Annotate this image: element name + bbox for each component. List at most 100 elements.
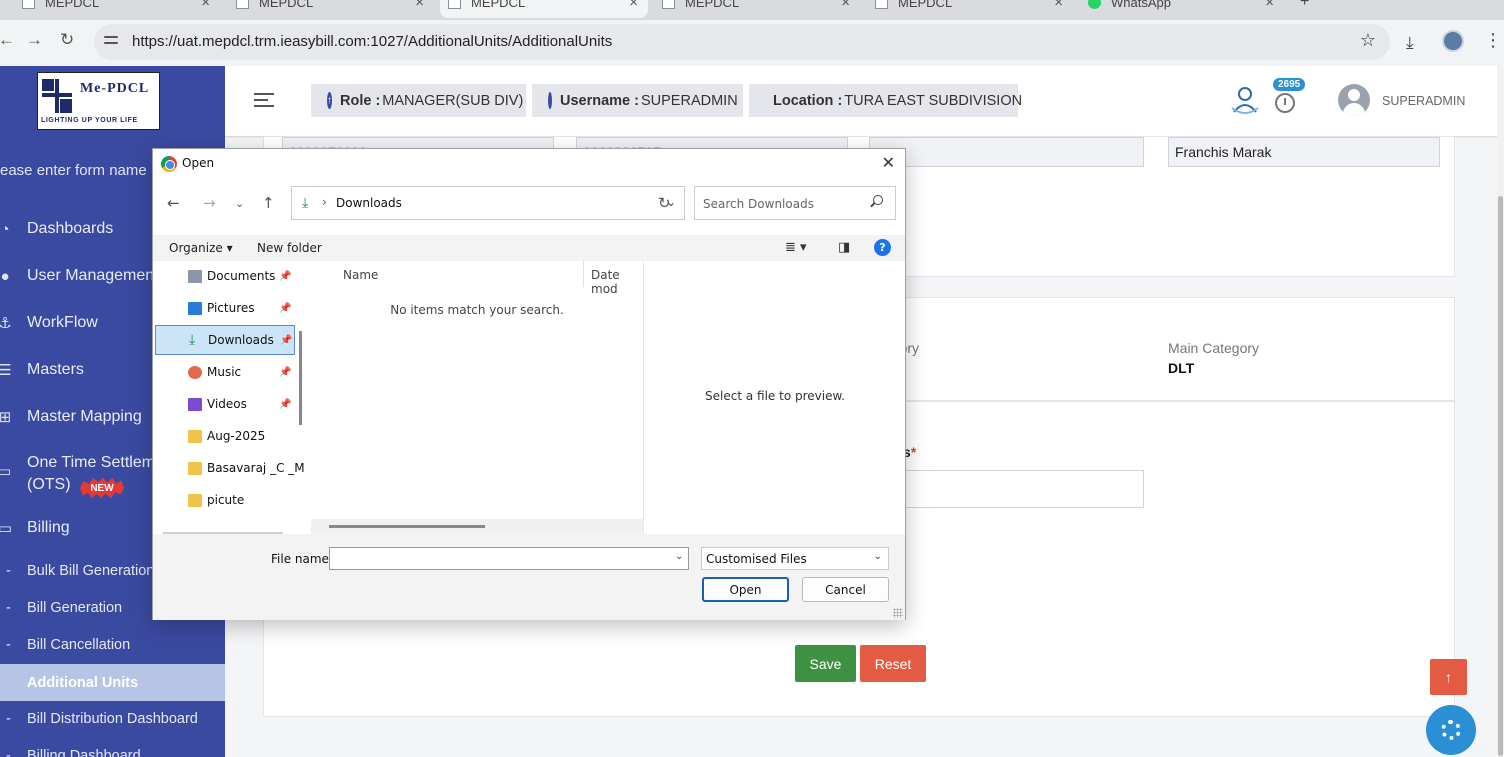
- browser-tab[interactable]: MEPDCL ×: [236, 0, 436, 18]
- dialog-close-icon[interactable]: ✕: [882, 153, 895, 172]
- nav-item-label: picute: [207, 493, 245, 507]
- cancel-button[interactable]: Cancel: [802, 577, 889, 602]
- nav-item-aug-2025[interactable]: Aug-2025: [155, 421, 295, 451]
- pin-icon: 📌: [279, 398, 292, 410]
- file-name-input[interactable]: [329, 547, 689, 570]
- role-icon: ↑: [327, 92, 332, 109]
- column-header-name[interactable]: Name: [343, 268, 378, 282]
- column-header-date-modified[interactable]: Date mod: [591, 268, 643, 296]
- nav-item-label: Aug-2025: [207, 429, 266, 443]
- sidebar-subitem-bill-distribution-dashboard[interactable]: - Bill Distribution Dashboard: [0, 700, 225, 737]
- nav-item-basavaraj[interactable]: Basavaraj _C _M: [155, 453, 305, 483]
- sidebar-subitem-bill-cancellation[interactable]: - Bill Cancellation: [0, 626, 225, 663]
- dashboard-gauge-icon: ◔: [0, 220, 10, 238]
- remarks-input[interactable]: [869, 470, 1144, 508]
- pin-icon: 📌: [279, 270, 292, 282]
- browser-tab[interactable]: WhatsApp ×: [1088, 0, 1286, 18]
- new-tab-icon[interactable]: +: [1300, 0, 1309, 11]
- user-icon: ●: [0, 267, 10, 285]
- favicon-icon: [22, 0, 35, 9]
- browser-tabstrip: MEPDCL × MEPDCL × MEPDCL × MEPDCL × MEPD…: [0, 0, 1504, 20]
- up-folder-icon[interactable]: ↑: [262, 194, 275, 212]
- browser-tab[interactable]: MEPDCL ×: [662, 0, 862, 18]
- help-icon[interactable]: ?: [874, 239, 891, 256]
- close-tab-icon[interactable]: ×: [1054, 0, 1063, 11]
- sidebar-item-label: WorkFlow: [27, 314, 98, 331]
- site-settings-icon[interactable]: [104, 33, 118, 47]
- header-user-name[interactable]: SUPERADMIN: [1382, 94, 1465, 108]
- tab-label: MEPDCL: [259, 0, 314, 10]
- nav-pane-scrollbar[interactable]: [299, 331, 302, 425]
- page-scrollbar[interactable]: [1497, 66, 1504, 757]
- favicon-icon: [448, 0, 461, 9]
- favicon-icon: [875, 0, 888, 9]
- organize-button[interactable]: Organize ▾: [169, 241, 233, 255]
- user-circle-icon: [548, 92, 552, 109]
- file-name-dropdown-icon[interactable]: ⌄: [675, 551, 683, 562]
- nav-item-music[interactable]: Music 📌: [155, 357, 295, 387]
- pictures-icon: [188, 301, 202, 315]
- sidebar-subitem-billing-dashboard[interactable]: - Billing Dashboard: [0, 737, 225, 757]
- new-folder-button[interactable]: New folder: [257, 241, 322, 255]
- monitor-icon: ▭: [0, 463, 12, 480]
- close-tab-icon[interactable]: ×: [1265, 0, 1274, 11]
- nav-item-picute[interactable]: picute: [155, 485, 295, 515]
- favicon-icon: [662, 0, 675, 9]
- support-agent-icon[interactable]: [1229, 84, 1261, 116]
- sidebar-item-label: Masters: [27, 361, 84, 378]
- notification-count-badge: 2695: [1273, 78, 1306, 91]
- save-button[interactable]: Save: [795, 645, 856, 682]
- dialog-search-input[interactable]: Search Downloads: [694, 186, 896, 220]
- dialog-back-icon[interactable]: ←: [167, 194, 180, 212]
- browser-tab-active[interactable]: MEPDCL ×: [440, 0, 648, 18]
- back-icon[interactable]: ←: [0, 30, 15, 50]
- browser-tab[interactable]: MEPDCL ×: [22, 0, 222, 18]
- dialog-forward-icon[interactable]: →: [203, 194, 216, 212]
- nav-item-label: Pictures: [207, 301, 255, 315]
- download-icon[interactable]: ⤓: [1406, 33, 1414, 53]
- file-list-hscroll-thumb[interactable]: [329, 525, 485, 528]
- recent-locations-icon[interactable]: ⌄: [235, 197, 244, 210]
- close-tab-icon[interactable]: ×: [629, 0, 638, 11]
- scroll-to-top-button[interactable]: ↑: [1430, 659, 1467, 695]
- profile-avatar-icon[interactable]: [1442, 30, 1464, 52]
- username-pill: Username : SUPERADMIN: [532, 84, 743, 117]
- address-bar[interactable]: https://uat.mepdcl.trm.ieasybill.com:102…: [94, 24, 1390, 60]
- pin-icon: 📌: [280, 334, 293, 346]
- sidebar-subitem-label: Bulk Bill Generation: [27, 562, 155, 579]
- menu-dots-icon[interactable]: ⋮: [1484, 30, 1502, 51]
- downloads-icon: ⤓: [189, 332, 196, 348]
- nav-item-downloads[interactable]: ⤓ Downloads 📌: [155, 325, 295, 355]
- forward-icon[interactable]: →: [26, 30, 43, 50]
- file-type-select[interactable]: Customised Files ⌄: [701, 547, 889, 570]
- sidebar-subitem-additional-units[interactable]: Additional Units: [0, 664, 225, 701]
- history-clock-icon[interactable]: [1275, 93, 1295, 113]
- browser-tab[interactable]: MEPDCL ×: [875, 0, 1075, 18]
- nav-item-label: Videos: [207, 397, 247, 411]
- preview-pane-icon[interactable]: ◨: [838, 240, 850, 255]
- folder-icon: [188, 493, 202, 507]
- view-options-icon[interactable]: ≣ ▾: [785, 240, 807, 255]
- close-tab-icon[interactable]: ×: [201, 0, 210, 11]
- reset-button[interactable]: Reset: [860, 645, 926, 682]
- close-tab-icon[interactable]: ×: [841, 0, 850, 11]
- dialog-titlebar: Open ✕: [153, 149, 905, 179]
- nav-item-documents[interactable]: Documents 📌: [155, 261, 295, 291]
- nav-item-pictures[interactable]: Pictures 📌: [155, 293, 295, 323]
- open-button[interactable]: Open: [702, 577, 789, 602]
- star-icon[interactable]: ☆: [1360, 30, 1376, 51]
- refresh-icon[interactable]: ↻: [658, 194, 671, 212]
- sidebar-item-label: Dashboards: [27, 220, 114, 237]
- dialog-preview-pane: Select a file to preview.: [643, 261, 905, 534]
- nav-item-label: Basavaraj _C _M: [207, 461, 305, 475]
- reload-icon[interactable]: ↻: [60, 30, 74, 50]
- settings-gear-button[interactable]: [1426, 705, 1476, 755]
- close-tab-icon[interactable]: ×: [415, 0, 424, 11]
- nav-item-videos[interactable]: Videos 📌: [155, 389, 295, 419]
- favicon-icon: [236, 0, 249, 9]
- avatar[interactable]: [1338, 84, 1370, 116]
- resize-grip-icon[interactable]: [893, 608, 903, 618]
- column-divider[interactable]: [583, 261, 584, 287]
- dialog-address-bar[interactable]: ⤓ › Downloads ⌄: [291, 186, 685, 220]
- hamburger-menu-icon[interactable]: [254, 93, 274, 107]
